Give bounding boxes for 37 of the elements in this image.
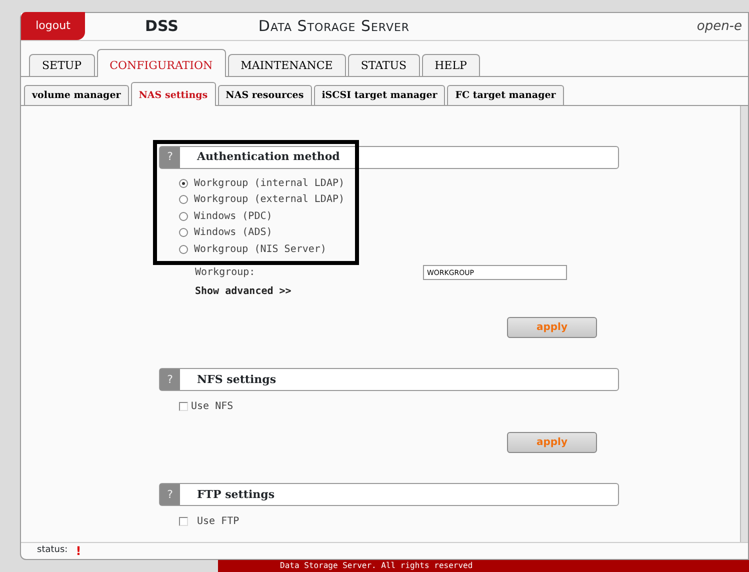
option-label: Workgroup (internal LDAP) bbox=[194, 176, 345, 190]
radio-button[interactable] bbox=[179, 228, 188, 237]
tab[interactable]: MAINTENANCE bbox=[228, 54, 346, 76]
status-label: status: bbox=[37, 544, 68, 558]
alert-icon: ! bbox=[76, 542, 82, 560]
radio-button[interactable] bbox=[179, 195, 188, 204]
logout-button[interactable]: logout bbox=[21, 12, 85, 40]
section-title: FTP settings bbox=[196, 486, 275, 502]
subtab[interactable]: iSCSI target manager bbox=[314, 84, 446, 105]
section-title: NFS settings bbox=[196, 372, 276, 388]
radio-button[interactable] bbox=[179, 212, 188, 220]
option-label: Workgroup (NIS Server) bbox=[194, 242, 326, 256]
product-name: DSS bbox=[145, 16, 178, 38]
subtab[interactable]: volume manager bbox=[24, 84, 129, 105]
option-label: Windows (ADS) bbox=[194, 226, 272, 240]
footer-text: Data Storage Server. All rights reserved bbox=[218, 560, 749, 572]
subtab[interactable]: FC target manager bbox=[447, 84, 564, 105]
checkbox[interactable] bbox=[179, 517, 188, 526]
checkbox-label: Use FTP bbox=[197, 515, 240, 530]
subtab[interactable]: NAS settings bbox=[130, 82, 216, 106]
show-advanced-link[interactable]: Show advanced >> bbox=[159, 284, 619, 300]
option-label: Windows (PDC) bbox=[194, 210, 272, 224]
checkbox[interactable] bbox=[179, 402, 188, 412]
tab[interactable]: CONFIGURATION bbox=[96, 49, 226, 76]
option-label: Workgroup (external LDAP) bbox=[194, 193, 345, 207]
scrollbar[interactable] bbox=[740, 106, 748, 542]
checkbox-label: Use NFS bbox=[191, 400, 234, 414]
radio-button[interactable] bbox=[179, 244, 188, 254]
section-title: Authentication method bbox=[196, 149, 340, 165]
tab[interactable]: HELP bbox=[422, 54, 480, 76]
subtab[interactable]: NAS resources bbox=[218, 84, 312, 105]
brand-logo: open-e bbox=[696, 18, 742, 36]
app-title: Data Storage Server bbox=[258, 16, 410, 38]
radio-button[interactable] bbox=[179, 178, 188, 188]
tab[interactable]: SETUP bbox=[29, 54, 95, 76]
field-label: Workgroup: bbox=[195, 266, 256, 280]
tab[interactable]: STATUS bbox=[348, 54, 420, 76]
